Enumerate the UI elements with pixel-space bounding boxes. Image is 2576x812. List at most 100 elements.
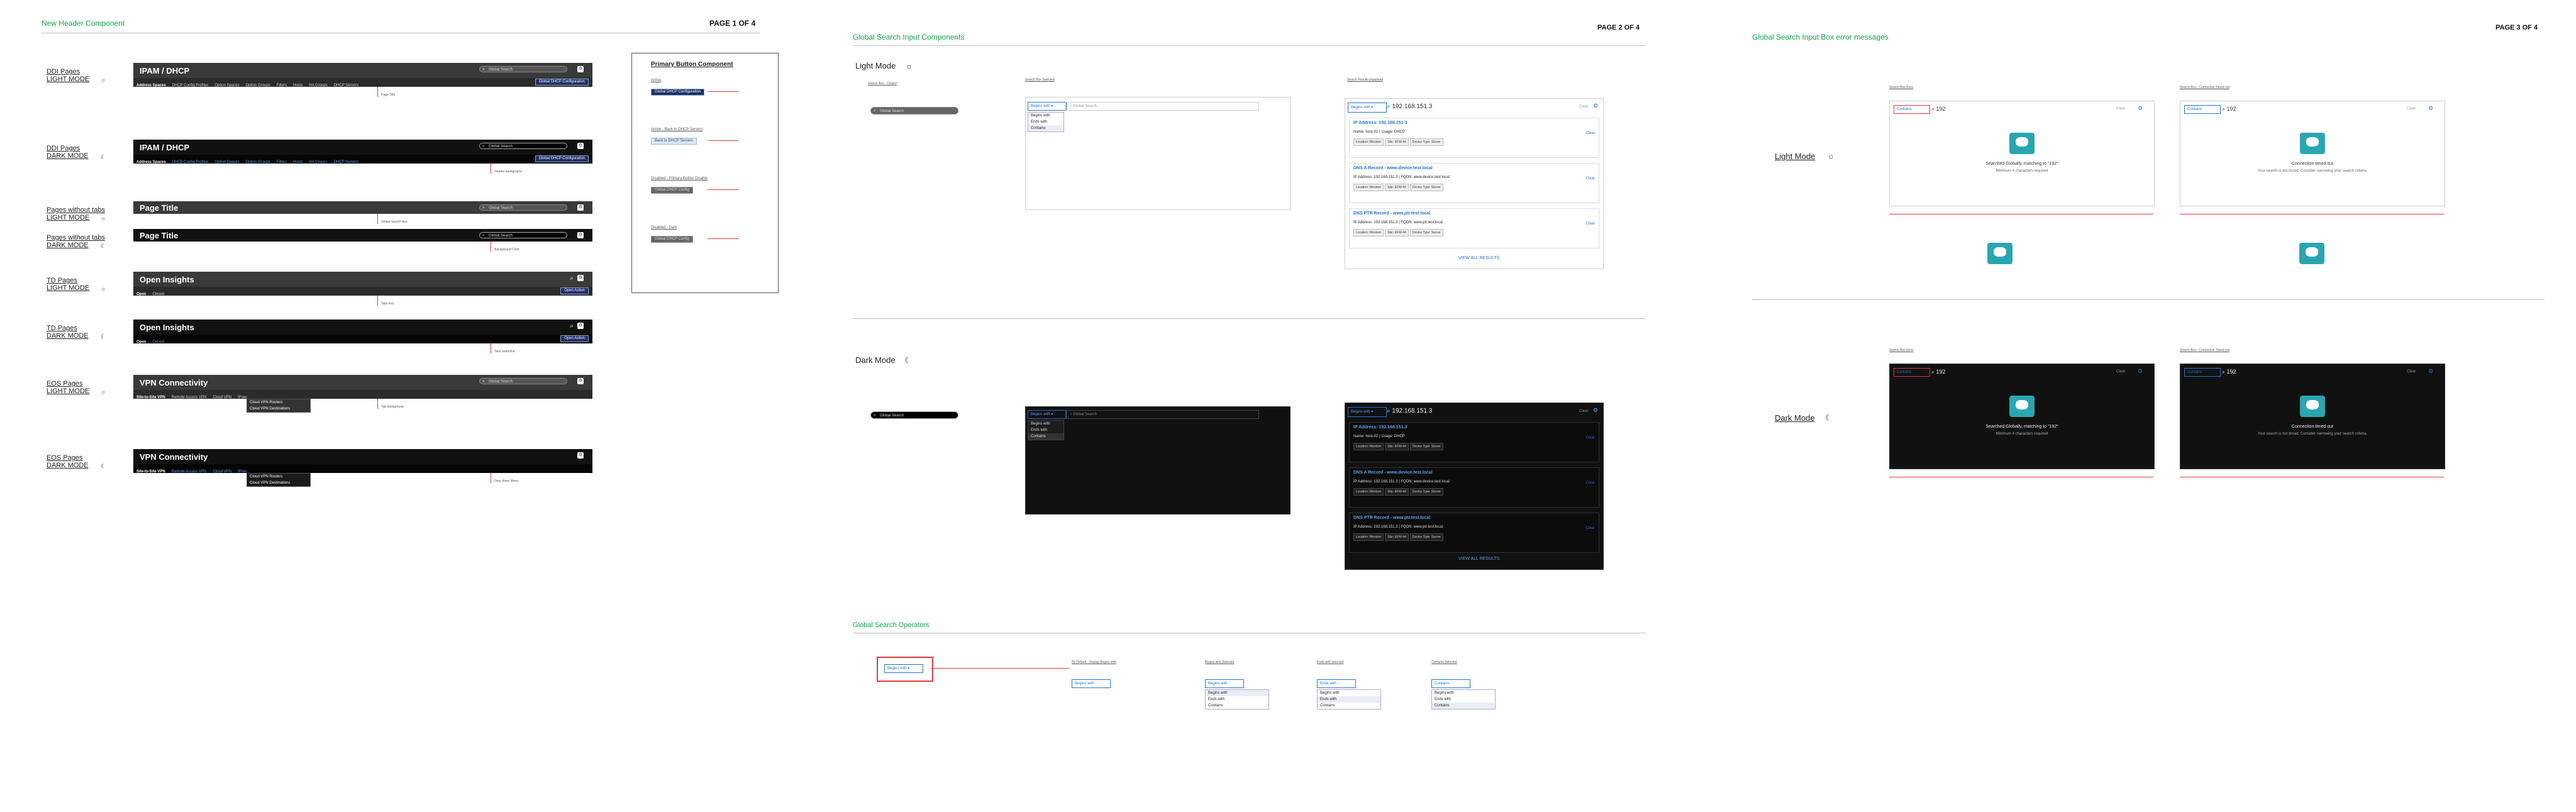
clear-button[interactable]: Clear <box>2116 107 2125 111</box>
tab-item[interactable]: HA Groups <box>306 81 330 90</box>
tab-item[interactable]: Filters <box>274 158 290 167</box>
operator-option[interactable]: Contains <box>1028 125 1063 131</box>
operator-dropdown-button[interactable]: Begins with <box>1205 679 1244 688</box>
header-settings-icon[interactable]: ⚙ <box>577 143 584 149</box>
primary-button[interactable]: Back to DHCP Servers <box>651 138 697 145</box>
tab-item[interactable]: Open <box>133 338 149 347</box>
search-icon[interactable]: ⌕ <box>570 275 574 282</box>
result-card[interactable]: IP Address: 192.168.151.3 Name: host-02 |… <box>1349 118 1599 158</box>
result-card[interactable]: IP Address: 192.168.151.3 Name: host-02 |… <box>1349 422 1599 462</box>
tab-item[interactable]: HA Groups <box>306 158 330 167</box>
settings-icon[interactable]: ⚙ <box>1593 407 1598 414</box>
result-edit-link[interactable]: Clear <box>1586 481 1595 486</box>
tab-item[interactable]: Site-to-Site VPN <box>133 393 169 402</box>
header-action-button[interactable]: Global DHCP Configuration <box>535 79 589 86</box>
tab-item[interactable]: DHCP Config Profiles <box>169 158 212 167</box>
tab-item[interactable]: Closed <box>149 338 167 347</box>
global-search-input[interactable]: ⌕ Global Search <box>479 232 567 238</box>
tab-item[interactable]: Option Spaces <box>211 158 242 167</box>
tab-item[interactable]: DHCP Config Profiles <box>169 81 212 90</box>
tab-item[interactable]: Open <box>133 290 149 299</box>
tab-item[interactable]: Remote Access VPN <box>169 467 210 476</box>
operator-dropdown-button[interactable]: Ends with <box>1317 679 1356 688</box>
search-icon[interactable]: ⌕ <box>570 323 574 330</box>
operator-option[interactable]: Contains <box>1318 703 1380 709</box>
clear-button[interactable]: Clear <box>2407 370 2416 374</box>
clear-button[interactable]: Clear <box>2116 370 2125 374</box>
header-action-button[interactable]: Open Action <box>560 287 589 294</box>
operator-option[interactable]: Ends with <box>1432 696 1495 703</box>
settings-icon[interactable]: ⚙ <box>2428 105 2433 112</box>
header-settings-icon[interactable]: ⚙ <box>577 323 584 329</box>
search-input-selected-dark[interactable]: ⌕ Global Search <box>1065 410 1259 419</box>
result-title[interactable]: DNS A Record - www.device.test.local <box>1353 166 1433 171</box>
result-title[interactable]: DNS PTR Record - www.ptr.test.local <box>1353 211 1430 216</box>
result-edit-link[interactable]: Clear <box>1586 176 1595 181</box>
dropdown-item[interactable]: Cloud VPN Destinations <box>247 406 310 412</box>
operator-option[interactable]: Begins with <box>1318 690 1380 696</box>
tab-item[interactable]: Option Groups <box>243 81 274 90</box>
primary-button[interactable]: Global DHCP Config <box>651 187 693 194</box>
header-settings-icon[interactable]: ⚙ <box>577 204 584 211</box>
settings-icon[interactable]: ⚙ <box>2138 105 2143 112</box>
global-search-input[interactable]: ⌕ Global Search <box>479 204 567 211</box>
result-edit-link[interactable]: Clear <box>1586 526 1595 531</box>
result-title[interactable]: IP Address: 192.168.151.3 <box>1353 425 1407 430</box>
scope-dropdown[interactable]: Begins with ▾ <box>1348 103 1387 113</box>
result-card[interactable]: DNS A Record - www.device.test.local IP A… <box>1349 163 1599 203</box>
tab-item[interactable]: Option Groups <box>243 158 274 167</box>
header-settings-icon[interactable]: ⚙ <box>577 66 584 72</box>
dropdown-item[interactable]: Cloud VPN Destinations <box>247 480 310 486</box>
search-query-input[interactable]: ⌕ 192 <box>1931 105 1946 113</box>
tab-item[interactable]: Address Spaces <box>133 81 169 90</box>
result-title[interactable]: DNS PTR Record - www.ptr.test.local <box>1353 516 1430 521</box>
tab-item[interactable]: Hosts <box>290 81 306 90</box>
clear-button[interactable]: Clear <box>1579 105 1588 109</box>
header-action-button[interactable]: Open Action <box>560 335 589 342</box>
header-settings-icon[interactable]: ⚙ <box>577 232 584 238</box>
result-edit-link[interactable]: Clear <box>1586 131 1595 136</box>
operator-option[interactable]: Ends with <box>1028 427 1063 433</box>
dropdown-item[interactable]: Cloud VPN Routers <box>247 399 310 406</box>
search-query-input[interactable]: ⌕ 192.168.151.3 <box>1387 407 1575 416</box>
header-settings-icon[interactable]: ⚙ <box>577 452 584 459</box>
primary-button[interactable]: Global DHCP Config <box>651 236 693 243</box>
scope-dropdown[interactable]: Contains <box>1894 105 1930 114</box>
operator-option[interactable]: Contains <box>1432 703 1495 709</box>
header-settings-icon[interactable]: ⚙ <box>577 378 584 384</box>
search-input-selected-light[interactable]: ⌕ Global Search <box>1065 102 1259 111</box>
tab-item[interactable]: Hosts <box>290 158 306 167</box>
header-action-button[interactable]: Global DHCP Configuration <box>535 155 589 162</box>
result-card[interactable]: DNS PTR Record - www.ptr.test.local IP Ad… <box>1349 208 1599 248</box>
scope-dropdown[interactable]: Contains <box>2184 368 2221 377</box>
settings-icon[interactable]: ⚙ <box>1593 103 1598 109</box>
operator-option[interactable]: Begins with <box>1028 421 1063 427</box>
operator-dropdown-button[interactable]: Contains <box>1431 679 1470 688</box>
tab-item[interactable]: Cloud VPN <box>209 393 235 402</box>
tab-item[interactable]: Site-to-Site VPN <box>133 467 169 476</box>
search-query-input[interactable]: ⌕ 192.168.151.3 <box>1387 103 1575 111</box>
global-search-input[interactable]: ⌕ Global Search <box>479 378 567 384</box>
view-all-results-link[interactable]: VIEW ALL RESULTS <box>1458 256 1499 260</box>
settings-icon[interactable]: ⚙ <box>2428 368 2433 375</box>
result-edit-link[interactable]: Clear <box>1586 435 1595 440</box>
scope-dropdown[interactable]: Contains <box>2184 105 2221 114</box>
tab-item[interactable]: DHCP Servers <box>331 158 362 167</box>
global-search-input[interactable]: ⌕ Global Search <box>479 66 567 72</box>
result-title[interactable]: IP Address: 192.168.151.3 <box>1353 121 1407 126</box>
tab-item[interactable]: Closed <box>149 290 167 299</box>
settings-icon[interactable]: ⚙ <box>2138 368 2143 375</box>
operator-option[interactable]: Begins with <box>1028 113 1063 119</box>
primary-button[interactable]: Global DHCP Configuration <box>651 89 705 96</box>
scope-dropdown[interactable]: Contains <box>1894 368 1930 377</box>
clear-button[interactable]: Clear <box>2407 107 2416 111</box>
result-card[interactable]: DNS A Record - www.device.test.local IP A… <box>1349 467 1599 508</box>
search-query-input[interactable]: ⌕ 192 <box>1931 368 1946 375</box>
search-query-input[interactable]: ⌕ 192 <box>2222 105 2236 113</box>
dropdown-item[interactable]: Cloud VPN Routers <box>247 474 310 480</box>
result-title[interactable]: DNS A Record - www.device.test.local <box>1353 470 1433 476</box>
view-all-results-link[interactable]: VIEW ALL RESULTS <box>1458 557 1499 561</box>
search-box-closed-light[interactable]: ⌕ Global Search <box>870 107 958 114</box>
operator-option[interactable]: Ends with <box>1028 119 1063 125</box>
result-card[interactable]: DNS PTR Record - www.ptr.test.local IP Ad… <box>1349 513 1599 553</box>
